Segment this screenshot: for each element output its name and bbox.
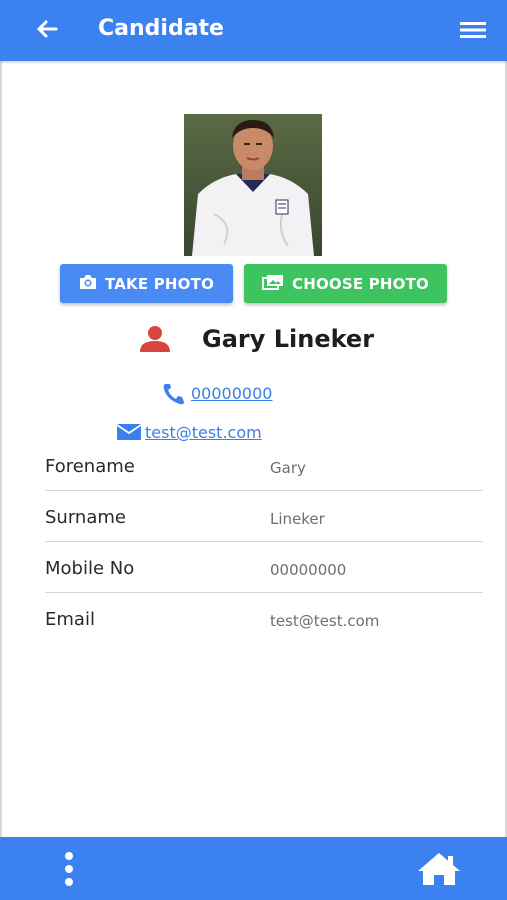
detail-value: test@test.com (270, 612, 380, 630)
more-vertical-icon[interactable] (60, 851, 78, 887)
detail-row-forename: Forename Gary (45, 440, 483, 491)
camera-icon (79, 274, 97, 294)
choose-photo-button[interactable]: CHOOSE PHOTO (244, 264, 447, 303)
envelope-icon (116, 423, 142, 441)
page-title: Candidate (98, 16, 224, 41)
choose-photo-label: CHOOSE PHOTO (291, 274, 430, 293)
home-icon[interactable] (416, 851, 462, 887)
candidate-details: Forename Gary Surname Lineker Mobile No … (45, 440, 483, 644)
detail-row-email: Email test@test.com (45, 593, 483, 644)
detail-row-surname: Surname Lineker (45, 491, 483, 542)
take-photo-button[interactable]: TAKE PHOTO (60, 264, 233, 303)
detail-label: Surname (45, 507, 126, 528)
detail-value: Lineker (270, 510, 325, 528)
detail-label: Email (45, 609, 95, 630)
phone-link[interactable]: 00000000 (191, 384, 272, 403)
app-header: Candidate (0, 0, 507, 61)
candidate-photo (184, 114, 322, 256)
detail-label: Mobile No (45, 558, 135, 579)
detail-value: 00000000 (270, 561, 347, 579)
take-photo-label: TAKE PHOTO (104, 274, 215, 293)
detail-label: Forename (45, 456, 135, 477)
candidate-name: Gary Lineker (202, 325, 375, 353)
phone-icon (162, 383, 186, 405)
hamburger-menu-icon[interactable] (458, 18, 488, 42)
photo-library-icon (261, 274, 284, 294)
person-icon (138, 325, 172, 353)
detail-value: Gary (270, 459, 306, 477)
bottom-bar (0, 837, 507, 900)
arrow-left-icon[interactable] (32, 14, 62, 44)
detail-row-mobile: Mobile No 00000000 (45, 542, 483, 593)
